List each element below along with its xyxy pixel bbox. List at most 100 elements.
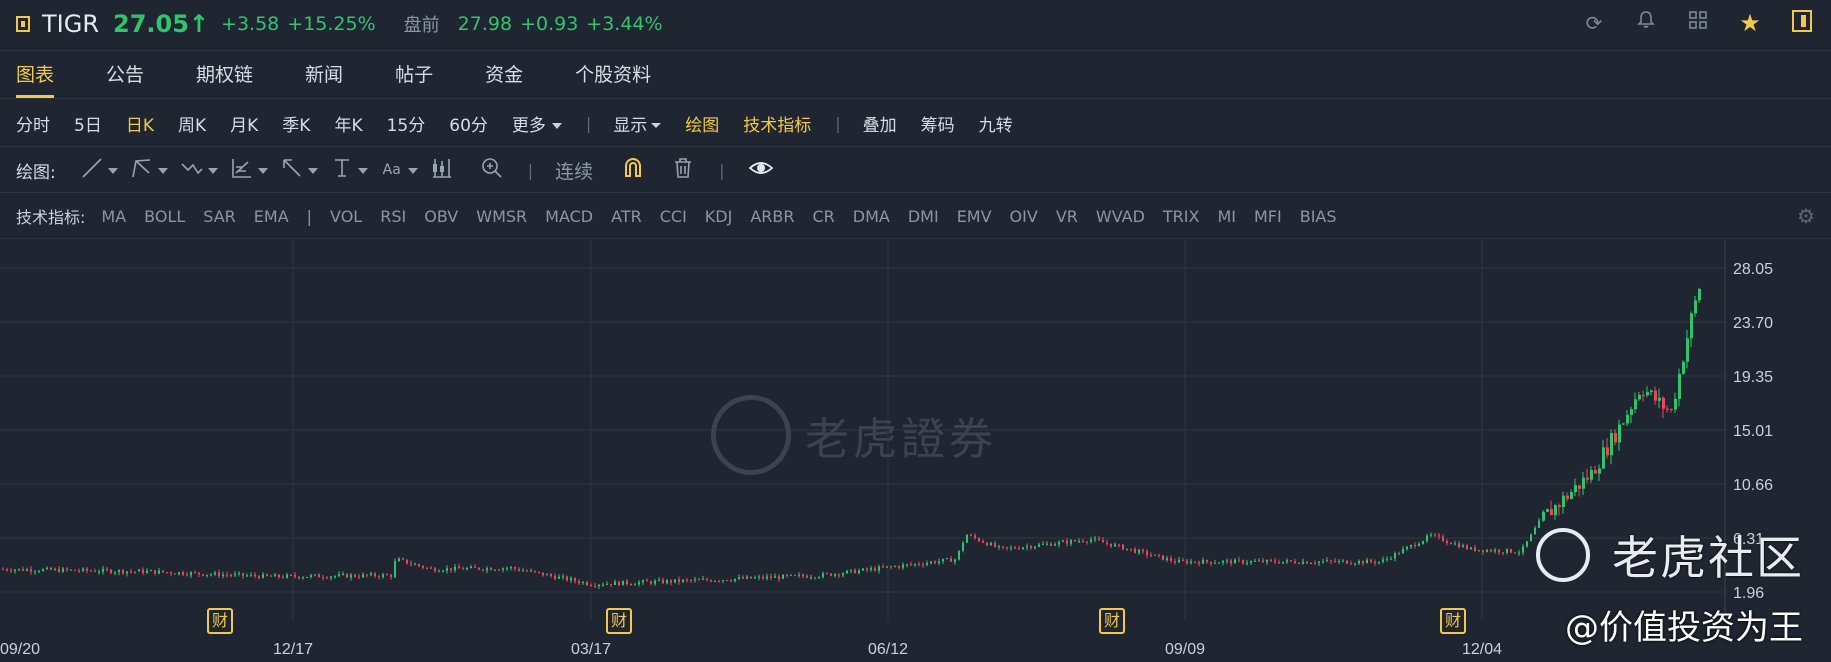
premarket-change: +0.93	[520, 13, 579, 35]
candle-body	[1258, 560, 1260, 562]
candle-body	[1122, 544, 1124, 550]
candle-body	[1058, 541, 1060, 545]
candle-body	[1034, 546, 1036, 549]
indicator-wvad[interactable]: WVAD	[1096, 207, 1145, 226]
tab-news[interactable]: 新闻	[305, 52, 343, 98]
period-quarterly[interactable]: 季K	[282, 111, 310, 136]
indicator-emv[interactable]: EMV	[957, 207, 992, 226]
indicator-cci[interactable]: CCI	[660, 207, 687, 226]
font-tool-icon[interactable]: Aa	[378, 156, 418, 184]
candle-body	[306, 576, 308, 578]
grid-icon[interactable]	[1685, 10, 1711, 36]
overlay-button[interactable]: 叠加	[863, 111, 897, 136]
magnet-icon[interactable]	[619, 156, 647, 184]
star-icon[interactable]: ★	[1737, 10, 1763, 36]
tab-announcements[interactable]: 公告	[106, 52, 144, 98]
display-dropdown[interactable]: 显示	[613, 111, 662, 136]
candle-body	[394, 561, 396, 577]
indicator-dmi[interactable]: DMI	[908, 207, 939, 226]
indicator-atr[interactable]: ATR	[611, 207, 642, 226]
candle-body	[1394, 553, 1396, 559]
indicator-kdj[interactable]: KDJ	[705, 207, 733, 226]
candle-body	[990, 543, 992, 546]
indicator-trix[interactable]: TRIX	[1163, 207, 1200, 226]
tab-profile[interactable]: 个股资料	[575, 52, 651, 98]
candle-body	[1642, 395, 1645, 397]
candle-tool-icon[interactable]	[428, 156, 456, 184]
indicator-vol[interactable]: VOL	[330, 207, 362, 226]
indicator-oiv[interactable]: OIV	[1010, 207, 1038, 226]
chips-button[interactable]: 筹码	[921, 111, 955, 136]
candle-body	[1454, 543, 1456, 545]
candle-body	[26, 569, 28, 571]
tab-options-chain[interactable]: 期权链	[196, 52, 253, 98]
candle-body	[1298, 563, 1300, 565]
candle-body	[362, 574, 364, 578]
candle-body	[274, 574, 276, 577]
tab-fund-flow[interactable]: 资金	[485, 52, 523, 98]
earnings-badge[interactable]: 财	[1440, 608, 1466, 634]
tab-posts[interactable]: 帖子	[395, 52, 433, 98]
wave-tool-icon[interactable]	[178, 156, 218, 184]
indicator-vr[interactable]: VR	[1056, 207, 1078, 226]
period-weekly[interactable]: 周K	[178, 111, 206, 136]
line-tool-icon[interactable]	[78, 156, 118, 184]
indicator-rsi[interactable]: RSI	[380, 207, 406, 226]
indicator-dma[interactable]: DMA	[853, 207, 890, 226]
candle-body	[1250, 561, 1252, 563]
earnings-badge[interactable]: 财	[207, 608, 233, 634]
earnings-badge[interactable]: 财	[606, 608, 632, 634]
candle-body	[1322, 561, 1324, 563]
indicator-cr[interactable]: CR	[812, 207, 834, 226]
premarket-price: 27.98	[457, 13, 513, 35]
candle-body	[134, 571, 136, 573]
trash-icon[interactable]	[669, 156, 697, 184]
period-intraday[interactable]: 分时	[16, 111, 50, 136]
bell-icon[interactable]	[1633, 10, 1659, 36]
text-cursor-tool-icon[interactable]	[328, 156, 368, 184]
separator: |	[306, 206, 313, 226]
indicator-arbr[interactable]: ARBR	[750, 207, 794, 226]
indicator-mfi[interactable]: MFI	[1254, 207, 1282, 226]
gear-icon[interactable]: ⚙	[1797, 204, 1815, 228]
period-15min[interactable]: 15分	[387, 111, 426, 136]
indicator-ema[interactable]: EMA	[254, 207, 289, 226]
period-monthly[interactable]: 月K	[230, 111, 258, 136]
indicator-macd[interactable]: MACD	[545, 207, 593, 226]
indicator-bias[interactable]: BIAS	[1300, 207, 1337, 226]
period-yearly[interactable]: 年K	[334, 111, 362, 136]
sidebar-toggle-icon[interactable]	[16, 16, 30, 32]
candle-body	[318, 574, 320, 578]
indicator-obv[interactable]: OBV	[424, 207, 458, 226]
indicators-toggle[interactable]: 技术指标	[743, 111, 811, 136]
more-dropdown[interactable]: 更多	[512, 111, 562, 136]
period-5d[interactable]: 5日	[74, 111, 102, 136]
continuous-toggle[interactable]: 连续	[555, 157, 593, 184]
nine-turn-button[interactable]: 九转	[979, 111, 1013, 136]
candle-body	[1286, 560, 1288, 562]
candle-body	[842, 573, 844, 576]
period-daily[interactable]: 日K	[126, 111, 154, 136]
fibonacci-tool-icon[interactable]	[228, 156, 268, 184]
tab-chart[interactable]: 图表	[16, 52, 55, 98]
period-60min[interactable]: 60分	[449, 111, 488, 136]
indicator-mi[interactable]: MI	[1217, 207, 1236, 226]
draw-toggle[interactable]: 绘图	[685, 111, 719, 136]
refresh-icon[interactable]: ⟳	[1581, 10, 1607, 36]
y-tick-label: 10.66	[1733, 477, 1773, 494]
indicator-boll[interactable]: BOLL	[144, 207, 185, 226]
eye-icon[interactable]	[747, 156, 775, 184]
candle-body	[514, 567, 516, 569]
indicator-sar[interactable]: SAR	[203, 207, 236, 226]
tiger-logo-icon	[711, 395, 791, 475]
indicator-ma[interactable]: MA	[101, 207, 126, 226]
candle-body	[538, 571, 540, 573]
polyline-tool-icon[interactable]	[128, 156, 168, 184]
panel-toggle-icon[interactable]	[1789, 10, 1815, 36]
zoom-in-icon[interactable]	[478, 156, 506, 184]
candle-body	[1014, 547, 1016, 549]
candle-body	[734, 578, 736, 581]
indicator-wmsr[interactable]: WMSR	[476, 207, 527, 226]
earnings-badge[interactable]: 财	[1099, 608, 1125, 634]
arrow-tool-icon[interactable]	[278, 156, 318, 184]
